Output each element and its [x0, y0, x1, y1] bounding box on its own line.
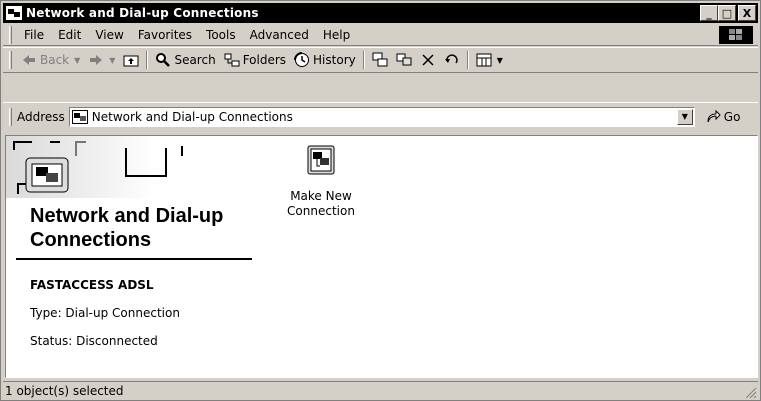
connection-status: Status: Disconnected: [30, 334, 158, 348]
search-icon: [156, 53, 171, 67]
connection-type: Type: Dial-up Connection: [30, 306, 180, 320]
views-button[interactable]: ▼: [472, 49, 507, 71]
folders-button[interactable]: Folders: [220, 49, 290, 71]
menu-favorites[interactable]: Favorites: [131, 26, 199, 44]
history-icon: [294, 52, 310, 67]
copy-to-button[interactable]: [392, 49, 416, 71]
history-label: History: [313, 53, 356, 67]
toolbar-separator: [362, 51, 365, 69]
panel-heading: Network and Dial-up Connections: [30, 205, 224, 251]
folders-label: Folders: [242, 53, 287, 67]
views-dropdown-icon[interactable]: ▼: [497, 56, 503, 65]
back-dropdown-icon[interactable]: ▼: [74, 56, 80, 65]
heading-divider: [16, 258, 252, 260]
copy-to-icon: [396, 53, 412, 66]
address-bar: Address Network and Dial-up Connections …: [3, 102, 758, 130]
up-folder-icon: [123, 55, 139, 67]
toolbar-grip[interactable]: [9, 51, 12, 69]
search-label: Search: [174, 53, 216, 67]
minimize-button[interactable]: _: [700, 5, 718, 21]
undo-icon: [444, 54, 458, 64]
resize-grip-icon[interactable]: [745, 387, 757, 399]
menu-file[interactable]: File: [17, 26, 51, 44]
connection-name: FASTACCESS ADSL: [30, 278, 154, 292]
status-text: 1 object(s) selected: [5, 384, 124, 398]
toolbar-separator: [466, 51, 469, 69]
address-value: Network and Dial-up Connections: [91, 109, 293, 124]
menu-bar: File Edit View Favorites Tools Advanced …: [3, 24, 758, 46]
folders-icon: [224, 53, 240, 67]
status-bar: 1 object(s) selected: [3, 381, 758, 400]
forward-button[interactable]: ▼: [84, 49, 119, 71]
menu-advanced[interactable]: Advanced: [243, 26, 316, 44]
toolbar-separator: [146, 51, 149, 69]
windows-logo-icon: [719, 25, 753, 44]
move-to-icon: [372, 52, 388, 67]
views-icon: [476, 53, 492, 67]
network-folder-icon: [71, 109, 88, 124]
back-arrow-icon: [23, 55, 35, 65]
menu-tools[interactable]: Tools: [199, 26, 243, 44]
network-folder-icon: [6, 6, 22, 20]
maximize-button[interactable]: □: [718, 5, 736, 21]
make-new-connection-icon: [307, 145, 335, 175]
close-button[interactable]: X: [738, 5, 756, 21]
explorer-window: Network and Dial-up Connections _ □ X Fi…: [0, 0, 761, 401]
delete-button[interactable]: [416, 49, 440, 71]
window-title: Network and Dial-up Connections: [26, 6, 259, 20]
standard-toolbar: Back ▼ ▼ Search Folders History ▼: [3, 47, 758, 73]
forward-arrow-icon: [90, 55, 103, 65]
go-label: Go: [723, 109, 741, 124]
title-bar[interactable]: Network and Dial-up Connections _ □ X: [3, 3, 758, 23]
delete-icon: [422, 54, 434, 66]
make-new-connection-label: Make New Connection: [287, 189, 355, 218]
go-arrow-icon: [707, 109, 721, 122]
up-folder-button[interactable]: [119, 49, 143, 71]
address-label: Address: [17, 109, 65, 124]
make-new-connection-item[interactable]: Make New Connection: [276, 144, 366, 219]
move-to-button[interactable]: [368, 49, 392, 71]
undo-button[interactable]: [440, 49, 464, 71]
window-controls: _ □ X: [700, 5, 756, 21]
history-button[interactable]: History: [290, 49, 360, 71]
go-button[interactable]: Go: [705, 109, 741, 125]
address-input[interactable]: Network and Dial-up Connections ▼: [68, 106, 695, 127]
address-dropdown-icon[interactable]: ▼: [676, 108, 693, 125]
menu-edit[interactable]: Edit: [51, 26, 88, 44]
content-pane: Network and Dial-up Connections FASTACCE…: [5, 135, 758, 378]
back-button[interactable]: Back ▼: [17, 49, 84, 71]
menu-view[interactable]: View: [88, 26, 130, 44]
menu-help[interactable]: Help: [316, 26, 357, 44]
menu-grip[interactable]: [9, 25, 12, 44]
back-label: Back: [40, 53, 70, 67]
search-button[interactable]: Search: [151, 49, 219, 71]
address-grip[interactable]: [9, 107, 12, 126]
forward-dropdown-icon[interactable]: ▼: [109, 56, 115, 65]
connection-details: FASTACCESS ADSL Type: Dial-up Connection…: [30, 278, 180, 362]
